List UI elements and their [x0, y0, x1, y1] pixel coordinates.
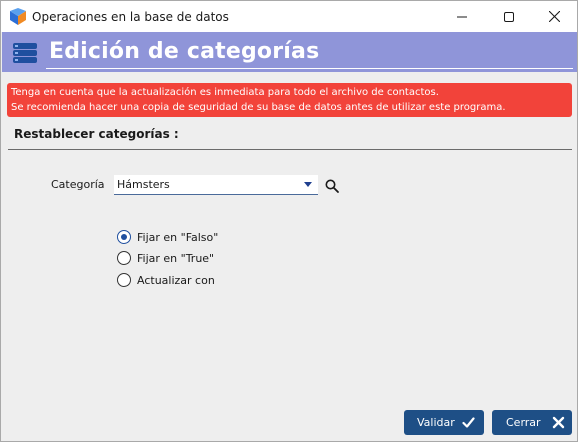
- app-logo-icon: [10, 8, 26, 25]
- header-banner: Edición de categorías: [2, 32, 577, 72]
- chevron-down-icon[interactable]: [304, 182, 312, 187]
- minimize-icon: [457, 16, 467, 17]
- dialog-window: Operaciones en la base de datos Edición …: [0, 0, 578, 442]
- section-title: Restablecer categorías :: [14, 127, 179, 141]
- option-falso[interactable]: Fijar en "Falso": [117, 229, 218, 245]
- search-icon[interactable]: [324, 178, 340, 194]
- section-divider: [8, 149, 572, 150]
- page-title: Edición de categorías: [49, 39, 320, 64]
- close-x-icon: [552, 416, 565, 429]
- option-actualizar-label: Actualizar con: [137, 273, 215, 287]
- maximize-icon: [504, 11, 514, 22]
- checkmark-icon: [462, 417, 475, 428]
- database-icon: [13, 43, 37, 63]
- close-icon: [548, 11, 560, 22]
- minimize-button[interactable]: [439, 1, 485, 32]
- radio-true[interactable]: [117, 251, 131, 265]
- title-underline: [46, 68, 573, 69]
- window-title: Operaciones en la base de datos: [32, 10, 229, 24]
- close-button-label: Cerrar: [506, 416, 541, 429]
- category-label: Categoría: [51, 178, 105, 191]
- validate-button[interactable]: Validar: [404, 410, 484, 435]
- option-true[interactable]: Fijar en "True": [117, 250, 214, 266]
- close-button[interactable]: Cerrar: [492, 410, 572, 435]
- close-window-button[interactable]: [531, 1, 577, 32]
- category-select[interactable]: Hámsters: [114, 175, 318, 195]
- option-falso-label: Fijar en "Falso": [137, 230, 219, 244]
- category-value: Hámsters: [117, 178, 170, 191]
- warning-line-2: Se recomienda hacer una copia de segurid…: [11, 102, 506, 113]
- warning-banner: Tenga en cuenta que la actualización es …: [7, 83, 572, 117]
- warning-line-1: Tenga en cuenta que la actualización es …: [11, 87, 439, 98]
- radio-actualizar[interactable]: [117, 273, 131, 287]
- validate-button-label: Validar: [417, 416, 455, 429]
- radio-falso[interactable]: [117, 230, 131, 244]
- option-actualizar[interactable]: Actualizar con: [117, 272, 215, 288]
- maximize-button[interactable]: [486, 1, 532, 32]
- option-true-label: Fijar en "True": [137, 251, 215, 265]
- title-bar[interactable]: Operaciones en la base de datos: [1, 1, 577, 32]
